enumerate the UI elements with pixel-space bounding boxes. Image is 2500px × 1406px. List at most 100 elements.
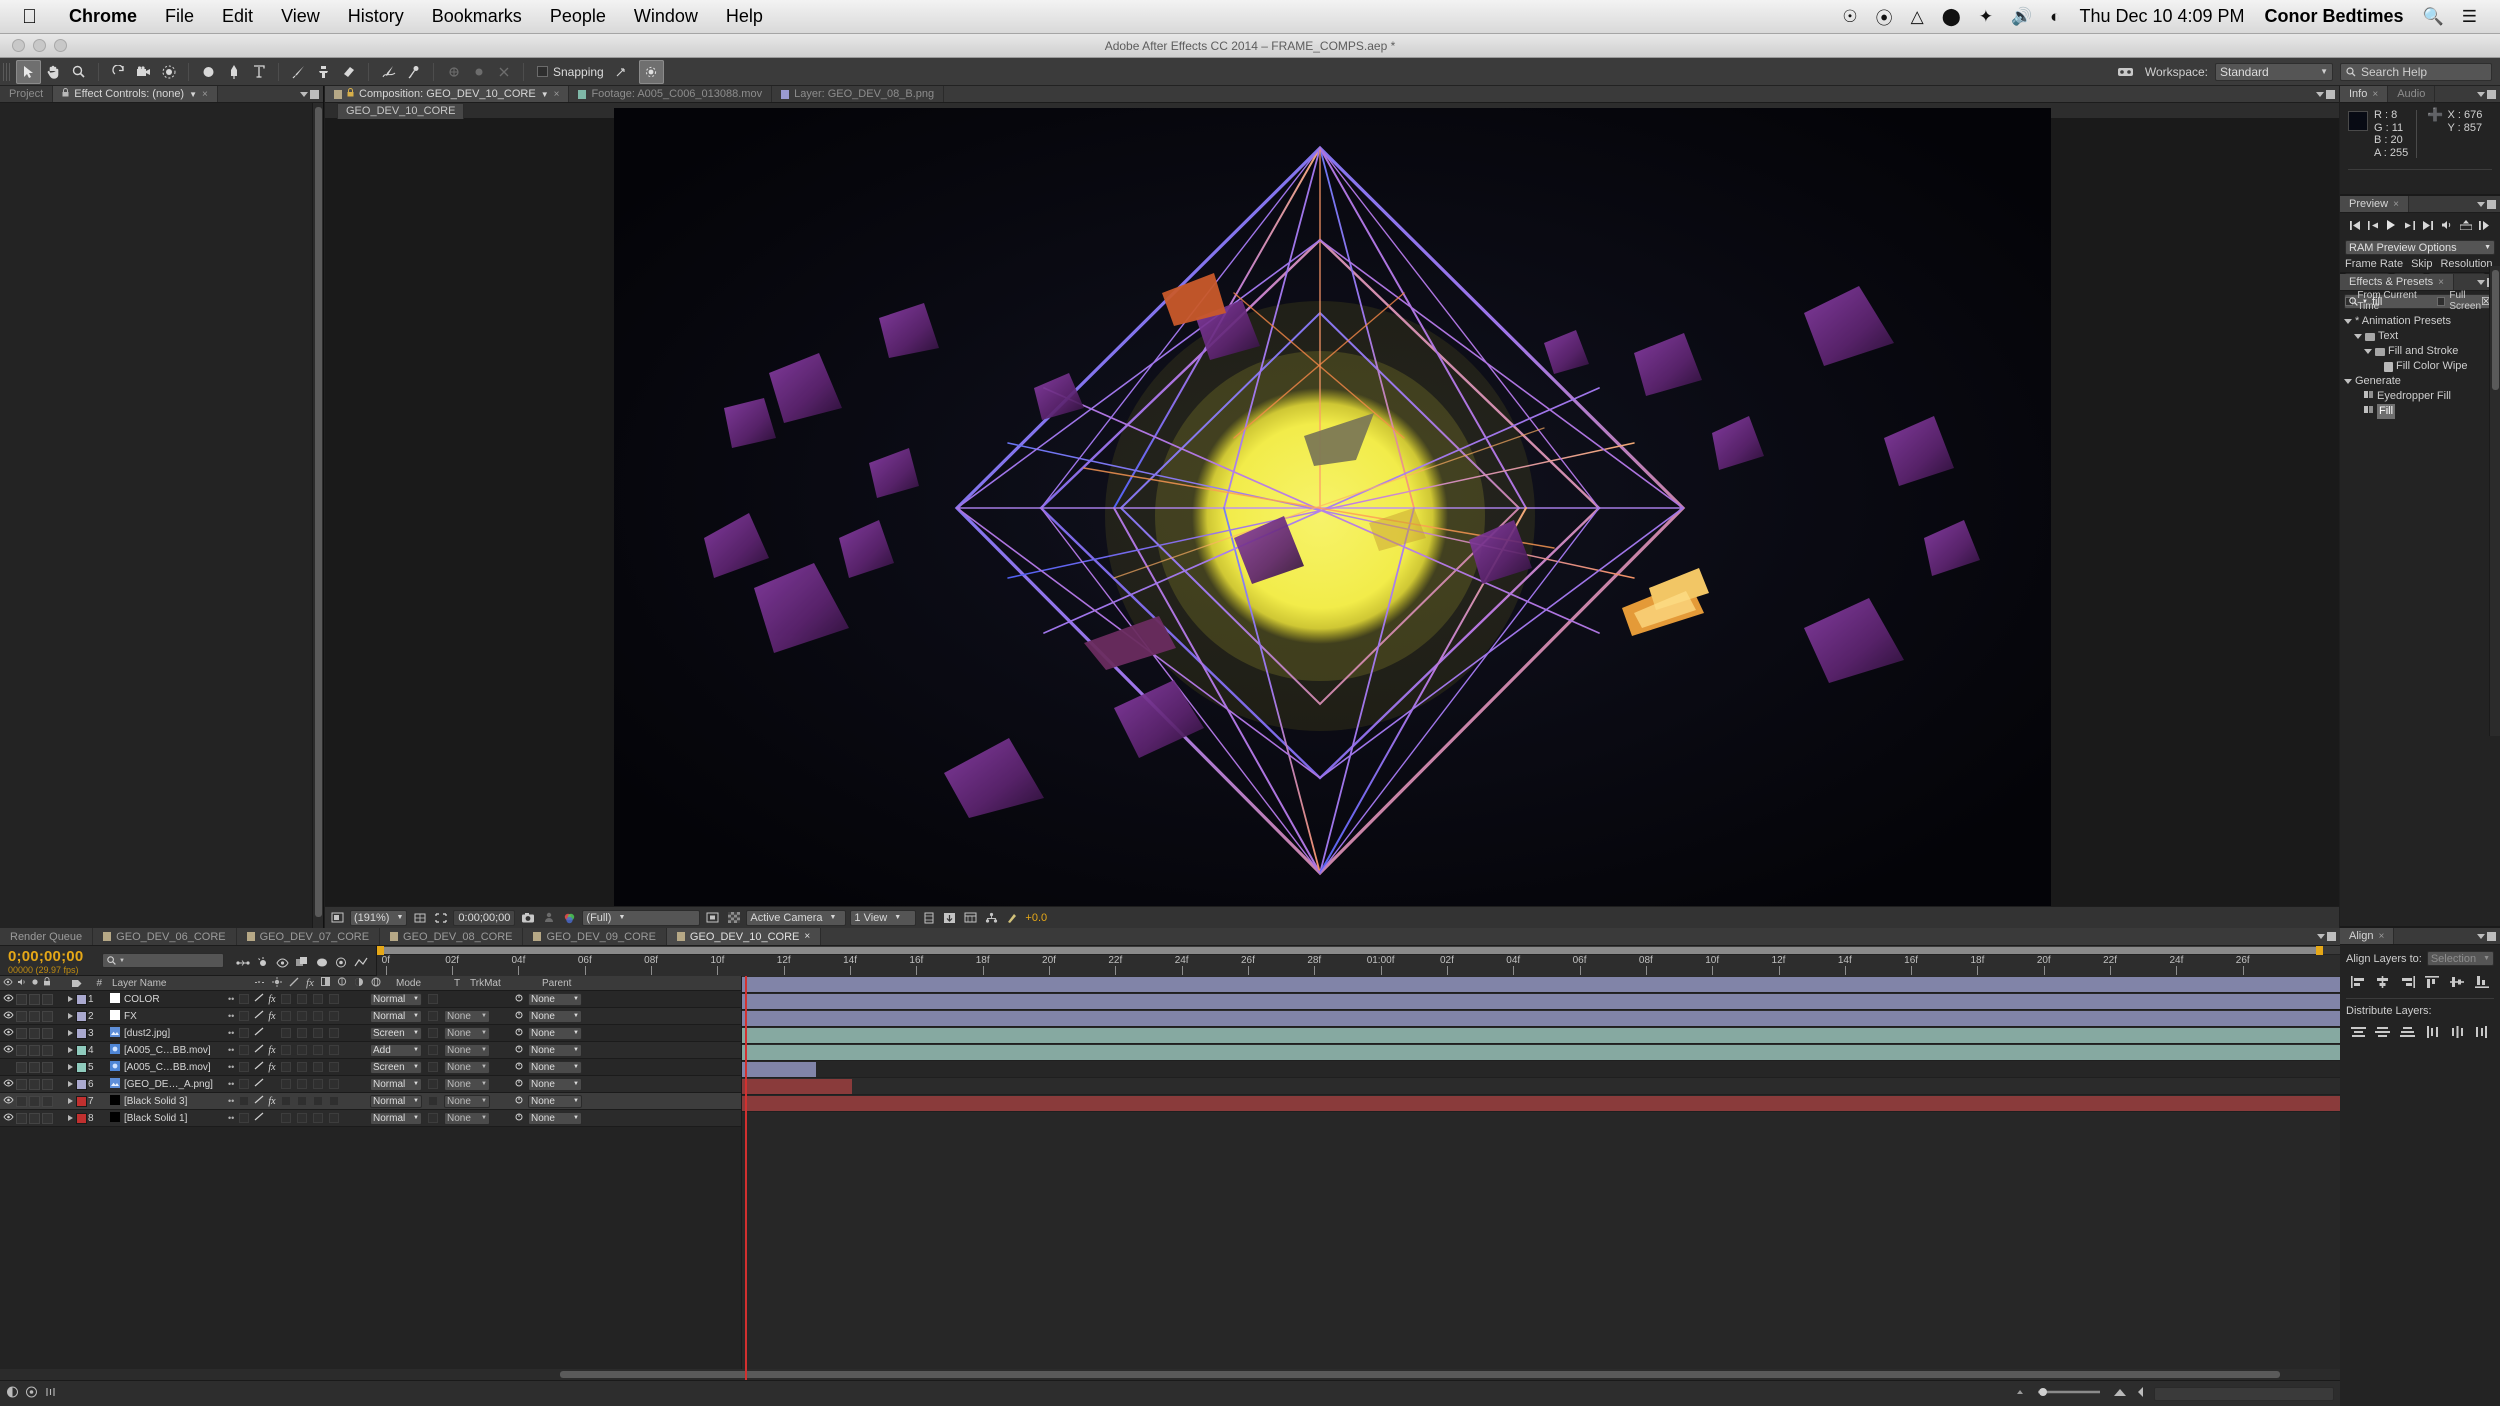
layer-quality-icon[interactable] [254, 1095, 264, 1107]
layer-collapse-toggle[interactable] [239, 1028, 250, 1038]
menu-item-edit[interactable]: Edit [208, 6, 267, 27]
panel-menu-button[interactable] [2477, 199, 2496, 209]
layer-motion-blur-toggle[interactable] [296, 1028, 307, 1038]
menu-item-file[interactable]: File [151, 6, 208, 27]
menu-item-bookmarks[interactable]: Bookmarks [418, 6, 536, 27]
layer-adjustment-toggle[interactable] [312, 1113, 323, 1123]
tab-preview[interactable]: Preview × [2340, 196, 2409, 212]
layer-shy-toggle[interactable]: •• [228, 1045, 234, 1055]
exposure-value[interactable]: +0.0 [1025, 912, 1047, 924]
close-icon[interactable]: × [2378, 931, 2384, 942]
panel-menu-button[interactable] [300, 89, 319, 99]
parent-pickwhip-icon[interactable] [514, 993, 524, 1006]
track-row[interactable] [742, 1010, 2340, 1027]
layer-collapse-toggle[interactable] [239, 1045, 250, 1055]
layer-frame-blend-toggle[interactable] [280, 1045, 291, 1055]
menu-item-history[interactable]: History [334, 6, 418, 27]
layer-solo-toggle[interactable] [29, 1061, 40, 1073]
zoom-timeline-icon[interactable] [44, 1386, 57, 1401]
zoom-out-icon[interactable] [2014, 1388, 2026, 1399]
layer-lock-toggle[interactable] [42, 1078, 53, 1090]
lock-icon[interactable] [62, 88, 69, 100]
layer-3d-toggle[interactable] [328, 994, 339, 1004]
layer-collapse-toggle[interactable] [239, 1096, 250, 1106]
parent-pickwhip-icon[interactable] [514, 1061, 524, 1074]
track-row[interactable] [742, 1078, 2340, 1095]
align-vertical-center-icon[interactable] [2447, 974, 2467, 990]
collapse-panel-icon[interactable] [2136, 1386, 2146, 1401]
table-row[interactable]: 6 [GEO_DE…_A.png] •• fx Normal▼ None▼ None▼ [0, 1076, 741, 1093]
tab-geo-dev-08-core[interactable]: GEO_DEV_08_CORE [380, 928, 524, 945]
magnification-dropdown[interactable]: (191%) ▼ [350, 909, 408, 926]
distribute-right-icon[interactable] [2472, 1024, 2492, 1040]
effects-scrollbar[interactable] [2489, 266, 2500, 736]
layer-mode-dropdown[interactable]: Screen ▼ [370, 1026, 422, 1040]
table-row[interactable]: 4 [A005_C…BB.mov] •• fx Add ▼ None ▼ None ▼ [0, 1042, 741, 1059]
layer-frame-blend-toggle[interactable] [280, 1028, 291, 1038]
work-area-bar[interactable] [377, 946, 2340, 955]
layer-motion-blur-toggle[interactable] [296, 1096, 307, 1106]
effects-tree-item-fill-and-stroke[interactable]: Fill and Stroke [2342, 344, 2500, 359]
layer-label-color[interactable] [75, 993, 87, 1005]
layer-lock-toggle[interactable] [42, 1010, 53, 1022]
layer-audio-toggle[interactable] [16, 1112, 27, 1124]
layer-trkmat-dropdown[interactable]: None ▼ [444, 1026, 490, 1040]
layer-effects-icon[interactable]: fx [268, 1062, 275, 1073]
layer-effects-icon[interactable]: fx [268, 1011, 275, 1022]
layer-mode-dropdown[interactable]: Normal ▼ [370, 1111, 422, 1125]
timeline-viewport-strip[interactable] [2154, 1386, 2334, 1401]
audio-icon[interactable] [2441, 217, 2453, 235]
spotlight-search-icon[interactable]: 🔍 [2414, 7, 2453, 27]
brush-tool[interactable] [286, 60, 311, 84]
current-timecode[interactable]: 0;00;00;00 [8, 948, 100, 965]
layer-solo-toggle[interactable] [29, 1112, 40, 1124]
layer-effects-icon[interactable]: fx [268, 994, 275, 1005]
tab-align[interactable]: Align × [2340, 928, 2395, 944]
dropbox-black-icon[interactable]: ⬤ [1933, 7, 1970, 27]
region-of-interest-icon[interactable] [432, 910, 449, 926]
layer-lock-toggle[interactable] [42, 1095, 53, 1107]
disclosure-triangle-icon[interactable] [2344, 379, 2352, 384]
layer-shy-toggle[interactable]: •• [228, 1079, 234, 1089]
track-row[interactable] [742, 1061, 2340, 1078]
timeline-icon[interactable] [962, 910, 979, 926]
ram-preview-icon[interactable] [2459, 217, 2473, 235]
roto-brush-tool[interactable] [376, 60, 401, 84]
volume-icon[interactable]: 🔊 [2002, 7, 2041, 27]
layer-audio-toggle[interactable] [16, 1078, 27, 1090]
close-icon[interactable]: × [2393, 199, 2399, 210]
disclosure-triangle-icon[interactable] [67, 996, 73, 1002]
align-bottom-icon[interactable] [2472, 974, 2492, 990]
toolbar-grip[interactable] [3, 62, 12, 81]
layer-name-cell[interactable]: [GEO_DE…_A.png] [104, 1076, 222, 1092]
pan-behind-tool[interactable] [156, 60, 181, 84]
panel-menu-button[interactable] [2477, 89, 2496, 99]
lock-icon[interactable] [347, 88, 354, 100]
timeline-search-field[interactable]: ▼ [102, 953, 224, 968]
distribute-left-icon[interactable] [2422, 1024, 2442, 1040]
layer-label-color[interactable] [75, 1095, 87, 1107]
graph-editor-icon[interactable] [335, 955, 347, 973]
layer-effects-icon[interactable]: fx [268, 1028, 275, 1039]
layer-frame-blend-toggle[interactable] [280, 1113, 291, 1123]
layer-collapse-toggle[interactable] [239, 1079, 250, 1089]
disclosure-triangle-icon[interactable] [2364, 349, 2372, 354]
layer-lock-toggle[interactable] [42, 1061, 53, 1073]
layer-lock-toggle[interactable] [42, 1027, 53, 1039]
parent-pickwhip-icon[interactable] [514, 1010, 524, 1023]
layer-name-cell[interactable]: [dust2.jpg] [104, 1025, 222, 1041]
layer-name-cell[interactable]: [A005_C…BB.mov] [104, 1042, 222, 1058]
layer-solo-toggle[interactable] [29, 1010, 40, 1022]
layer-motion-blur-toggle[interactable] [296, 1011, 307, 1021]
effects-tree-item-text[interactable]: Text [2342, 329, 2500, 344]
disclosure-triangle-icon[interactable] [67, 1030, 73, 1036]
disclosure-triangle-icon[interactable] [67, 1064, 73, 1070]
close-icon[interactable]: × [2372, 89, 2378, 100]
layer-shy-toggle[interactable]: •• [228, 1096, 234, 1106]
camera-view-dropdown[interactable]: Active Camera ▼ [746, 909, 847, 926]
layer-parent-dropdown[interactable]: None ▼ [528, 1043, 582, 1057]
zoom-tool[interactable] [66, 60, 91, 84]
effects-tree-item-animation-presets[interactable]: * Animation Presets [2342, 314, 2500, 329]
snapping-arrow-icon[interactable] [609, 60, 634, 84]
work-area-end-handle[interactable] [2316, 946, 2323, 955]
